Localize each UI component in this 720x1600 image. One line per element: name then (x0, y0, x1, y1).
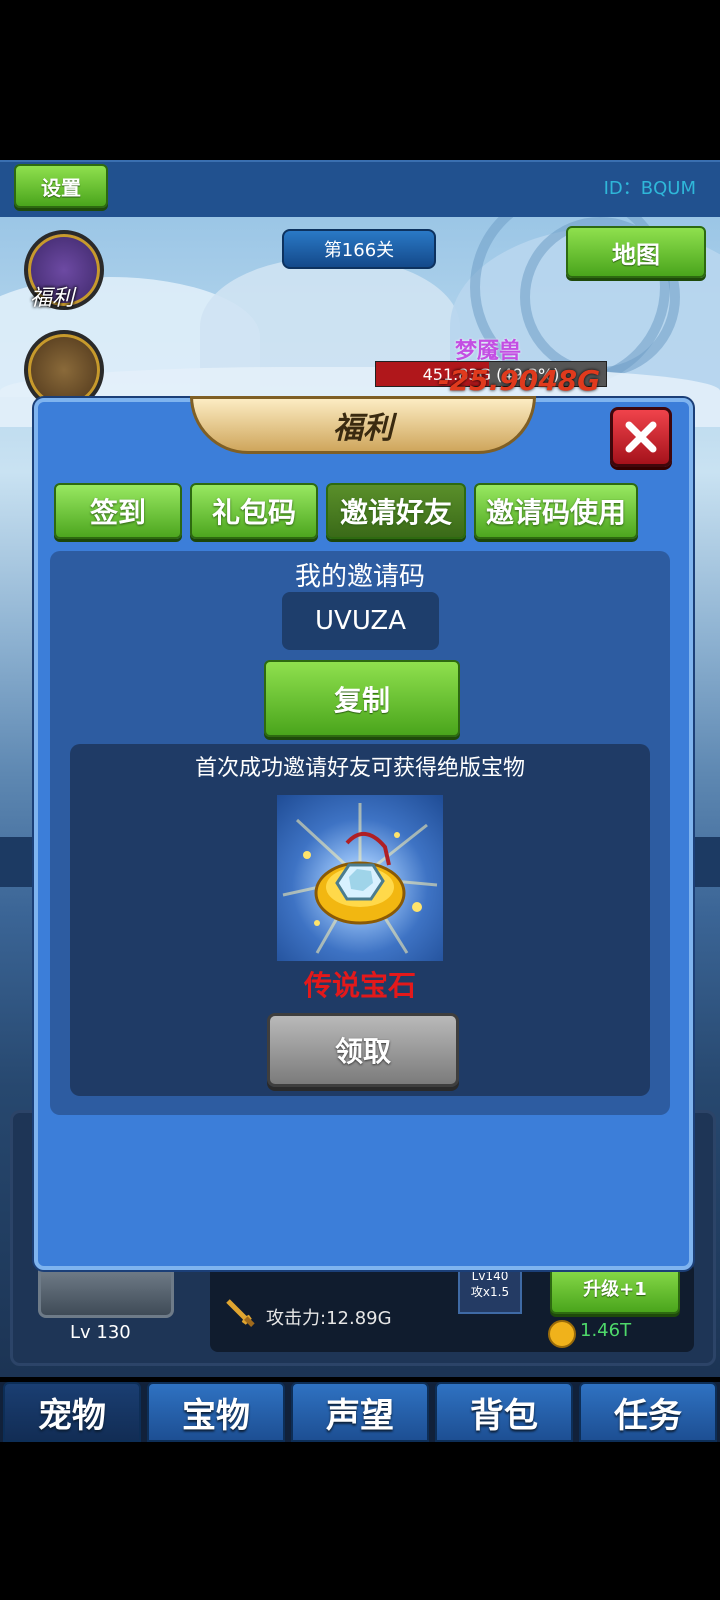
pet-level: Lv 130 (70, 1322, 131, 1343)
reward-description: 首次成功邀请好友可获得绝版宝物 (194, 756, 525, 781)
legendary-gem-image (277, 795, 443, 961)
dialog-title-text: 福利 (333, 411, 393, 446)
level-label: 第166关 (323, 240, 395, 261)
damage-number: -25.9048G (438, 364, 601, 397)
tab-tasks[interactable]: 任务 (579, 1382, 717, 1442)
tab-reputation[interactable]: 声望 (291, 1382, 429, 1442)
tab-pets[interactable]: 宠物 (3, 1382, 141, 1442)
my-invite-code-label: 我的邀请码 (294, 562, 425, 592)
player-id: ID：BQUM (603, 178, 696, 199)
map-button[interactable]: 地图 (566, 226, 706, 278)
level-banner: 第166关 (282, 229, 436, 269)
copy-button[interactable]: 复制 (264, 660, 460, 737)
invite-code-value: UVUZA (282, 592, 439, 650)
close-button[interactable] (610, 407, 672, 467)
reward-name: 传说宝石 (303, 969, 416, 1002)
tab-sign-in[interactable]: 签到 (54, 483, 182, 539)
tab-invite-friends[interactable]: 邀请好友 (326, 483, 466, 539)
settings-button[interactable]: 设置 (14, 164, 108, 208)
tab-backpack[interactable]: 背包 (435, 1382, 573, 1442)
upgrade-cost: 1.46T (580, 1320, 632, 1341)
welfare-label: 福利 (30, 286, 75, 311)
claim-button[interactable]: 领取 (267, 1013, 459, 1087)
tab-treasures[interactable]: 宝物 (147, 1382, 285, 1442)
level-bonus-badge: Lv140 攻x1.5 (458, 1266, 522, 1314)
tab-gift-code[interactable]: 礼包码 (190, 483, 318, 539)
dialog-title: 福利 (190, 396, 536, 454)
tab-use-invite-code[interactable]: 邀请码使用 (474, 483, 638, 539)
coin-icon (548, 1320, 576, 1348)
top-bar: 设置 ID：BQUM (0, 160, 720, 217)
close-icon (625, 421, 657, 453)
attack-stat: 攻击力:12.89G (266, 1308, 392, 1329)
sword-icon (224, 1297, 258, 1331)
bottom-tab-bar: 宠物 宝物 声望 背包 任务 (0, 1382, 720, 1442)
